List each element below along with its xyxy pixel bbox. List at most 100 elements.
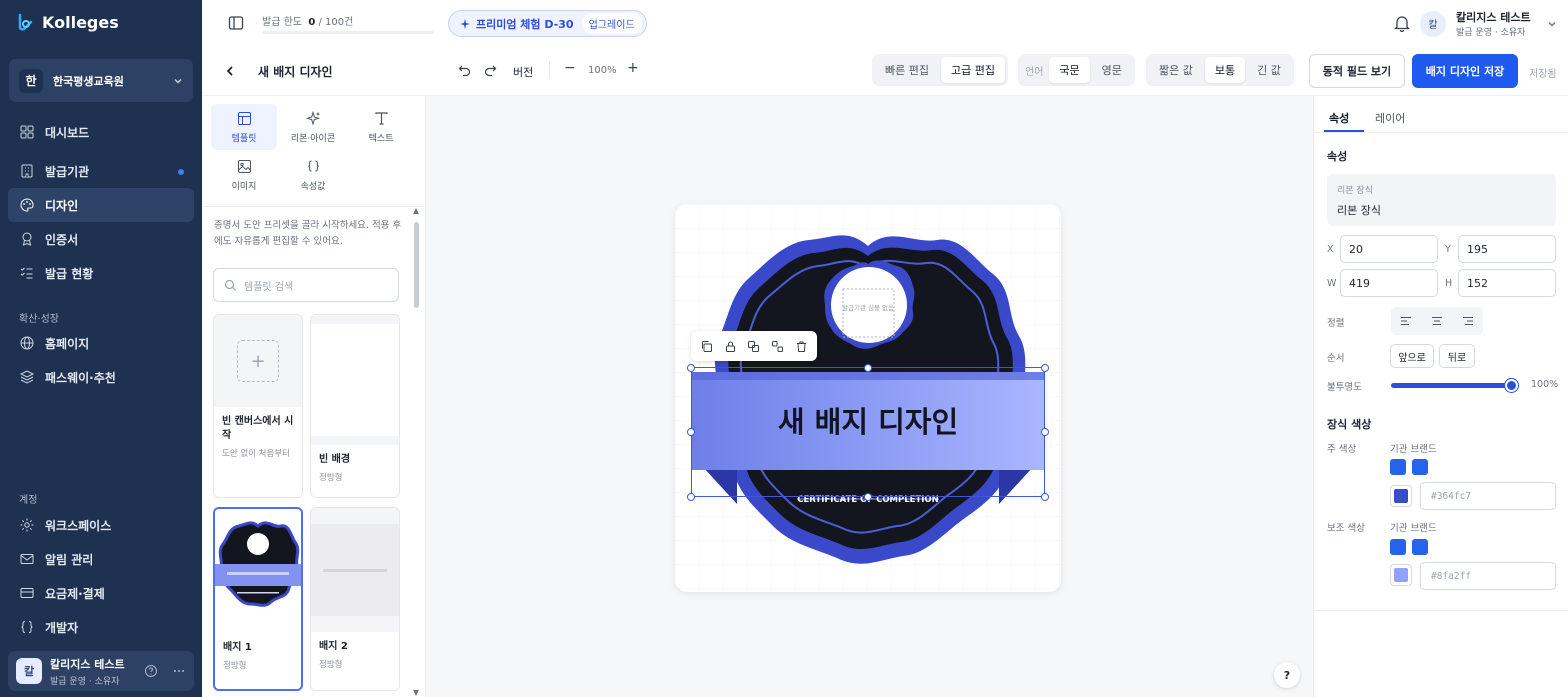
group-icon[interactable] xyxy=(747,340,760,353)
primary-color-picker[interactable] xyxy=(1390,485,1412,507)
sidebar-item-pathway[interactable]: 패스웨이·추천 xyxy=(0,360,202,394)
sidebar-item-developer[interactable]: 개발자 xyxy=(0,610,202,644)
edit-mode-quick[interactable]: 빠른 편집 xyxy=(875,57,939,83)
resize-handle-tr[interactable] xyxy=(1041,364,1049,372)
resize-handle-right[interactable] xyxy=(1041,428,1049,436)
top-user-menu[interactable]: 칼 칼리지스 테스트 발급 운영 · 소유자 xyxy=(1420,9,1557,38)
resize-handle-top[interactable] xyxy=(864,364,872,372)
app-logo[interactable]: Kolleges xyxy=(16,12,119,32)
sidebar-user-card[interactable]: 칼 칼리지스 테스트 발급 운영 · 소유자 xyxy=(8,651,194,691)
send-backward-button[interactable]: 뒤로 xyxy=(1439,344,1475,368)
tab-properties[interactable]: 속성 xyxy=(1329,110,1349,126)
template-card-badge-1[interactable]: 배지 1 정방형 xyxy=(213,507,303,691)
sidebar-item-workspace[interactable]: 워크스페이스 xyxy=(0,508,202,542)
primary-brand-swatch-2[interactable] xyxy=(1412,459,1428,475)
resize-handle-bl[interactable] xyxy=(687,493,695,501)
sidebar-item-design[interactable]: 디자인 xyxy=(8,188,194,222)
building-icon xyxy=(21,164,33,178)
primary-hex-input[interactable]: #364fc7 xyxy=(1420,482,1556,510)
dynamic-fields-button[interactable]: 동적 필드 보기 xyxy=(1309,54,1405,88)
secondary-brand-swatch-2[interactable] xyxy=(1412,539,1428,555)
help-button[interactable]: ? xyxy=(1274,662,1300,688)
template-card-badge-2[interactable]: 배지 2 정방형 xyxy=(310,507,400,691)
resize-handle-tl[interactable] xyxy=(687,364,695,372)
sidebar-item-homepage[interactable]: 홈페이지 xyxy=(0,326,202,360)
length-short[interactable]: 짧은 값 xyxy=(1149,57,1203,83)
resize-handle-left[interactable] xyxy=(687,428,695,436)
length-long[interactable]: 긴 값 xyxy=(1247,57,1291,83)
language-english[interactable]: 영문 xyxy=(1092,57,1132,83)
quota-label: 발급 한도 xyxy=(262,17,302,28)
redo-icon[interactable] xyxy=(484,64,497,77)
bell-icon[interactable] xyxy=(1394,14,1410,32)
resize-handle-bottom[interactable] xyxy=(864,493,872,501)
secondary-hex-input[interactable]: #8fa2ff xyxy=(1420,562,1556,590)
align-center-icon[interactable] xyxy=(1431,315,1443,327)
bring-forward-button[interactable]: 앞으로 xyxy=(1390,344,1434,368)
element-type-value: 리본 장식 xyxy=(1337,204,1381,217)
sidebar-toggle-icon[interactable] xyxy=(228,15,244,31)
premium-trial-badge[interactable]: 프리미엄 체험 D-30 업그레이드 xyxy=(448,10,647,37)
save-button[interactable]: 배지 디자인 저장 xyxy=(1412,54,1518,88)
template-description: 증명서 도안 프리셋을 골라 시작하세요. 적용 후에도 자유롭게 편집할 수 … xyxy=(214,220,402,247)
tool-label: 속성값 xyxy=(300,181,326,192)
duplicate-icon[interactable] xyxy=(700,340,713,353)
org-switcher[interactable]: 한 한국평생교육원 xyxy=(9,59,193,102)
plus-icon: + xyxy=(237,340,279,382)
y-input[interactable]: 195 xyxy=(1458,235,1556,263)
sidebar-item-billing[interactable]: 요금제·결제 xyxy=(0,576,202,610)
text-icon xyxy=(374,111,388,125)
element-type-label: 리본 장식 xyxy=(1337,186,1373,196)
trash-icon[interactable] xyxy=(795,340,808,353)
nav-group-growth: 확산·성장 xyxy=(19,314,59,325)
secondary-color-picker[interactable] xyxy=(1390,564,1412,586)
badge-artboard[interactable]: 발급기관 심볼 없음 새 배지 디자인 CERTIFICATE OF COMPL… xyxy=(675,204,1061,592)
help-circle-icon[interactable] xyxy=(144,664,158,678)
template-sub: 정방형 xyxy=(223,661,247,671)
sidebar-item-dashboard[interactable]: 대시보드 xyxy=(0,115,202,149)
more-icon[interactable] xyxy=(172,664,186,678)
badge-title[interactable]: 새 배지 디자인 xyxy=(778,405,958,439)
resize-handle-br[interactable] xyxy=(1041,493,1049,501)
avatar: 칼 xyxy=(16,658,42,684)
w-input[interactable]: 419 xyxy=(1340,269,1438,297)
edit-mode-advanced[interactable]: 고급 편집 xyxy=(940,57,1005,83)
zoom-out-button[interactable]: − xyxy=(564,60,576,76)
logo-placeholder: 발급기관 심볼 없음 xyxy=(842,303,894,312)
panel-scrollbar[interactable] xyxy=(413,208,420,696)
align-left-icon[interactable] xyxy=(1400,315,1412,327)
globe-icon xyxy=(20,336,34,350)
user-name: 칼리지스 테스트 xyxy=(50,657,125,671)
tool-text[interactable]: 텍스트 xyxy=(348,104,414,150)
slider-thumb[interactable] xyxy=(1505,379,1518,392)
back-arrow-icon[interactable] xyxy=(224,65,236,77)
version-button[interactable]: 버전 xyxy=(513,64,533,80)
ungroup-icon[interactable] xyxy=(771,340,784,353)
opacity-slider[interactable] xyxy=(1391,379,1518,392)
language-korean[interactable]: 국문 xyxy=(1049,57,1090,83)
lock-icon[interactable] xyxy=(724,340,737,353)
tool-attribute[interactable]: 속성값 xyxy=(280,152,346,198)
upgrade-button[interactable]: 업그레이드 xyxy=(581,13,642,34)
primary-brand-swatch-1[interactable] xyxy=(1390,459,1406,475)
sidebar-item-notifications[interactable]: 알림 관리 xyxy=(0,542,202,576)
zoom-in-button[interactable]: + xyxy=(627,60,639,76)
template-card-blank-canvas[interactable]: + 빈 캔버스에서 시작 도안 없이 처음부터 xyxy=(213,314,303,498)
x-input[interactable]: 20 xyxy=(1340,235,1438,263)
sidebar-item-issuers[interactable]: 발급기관 xyxy=(0,154,202,188)
length-normal[interactable]: 보통 xyxy=(1204,57,1246,83)
tool-ribbon-icon[interactable]: 리본·아이콘 xyxy=(280,104,346,150)
template-search-input[interactable]: 템플릿 검색 xyxy=(213,268,399,302)
secondary-color-label: 보조 색상 xyxy=(1327,523,1365,534)
tab-layers[interactable]: 레이어 xyxy=(1375,110,1405,126)
template-card-blank-bg[interactable]: 빈 배경 정방형 xyxy=(310,314,400,498)
h-input[interactable]: 152 xyxy=(1458,269,1556,297)
undo-icon[interactable] xyxy=(458,64,471,77)
sidebar-item-certificates[interactable]: 인증서 xyxy=(0,222,202,256)
secondary-brand-swatch-1[interactable] xyxy=(1390,539,1406,555)
tool-template[interactable]: 템플릿 xyxy=(211,104,277,150)
align-right-icon[interactable] xyxy=(1462,315,1474,327)
tool-image[interactable]: 이미지 xyxy=(211,152,277,198)
sidebar-item-issuance-status[interactable]: 발급 현황 xyxy=(0,256,202,290)
template-name: 빈 캔버스에서 시작 xyxy=(222,416,294,441)
